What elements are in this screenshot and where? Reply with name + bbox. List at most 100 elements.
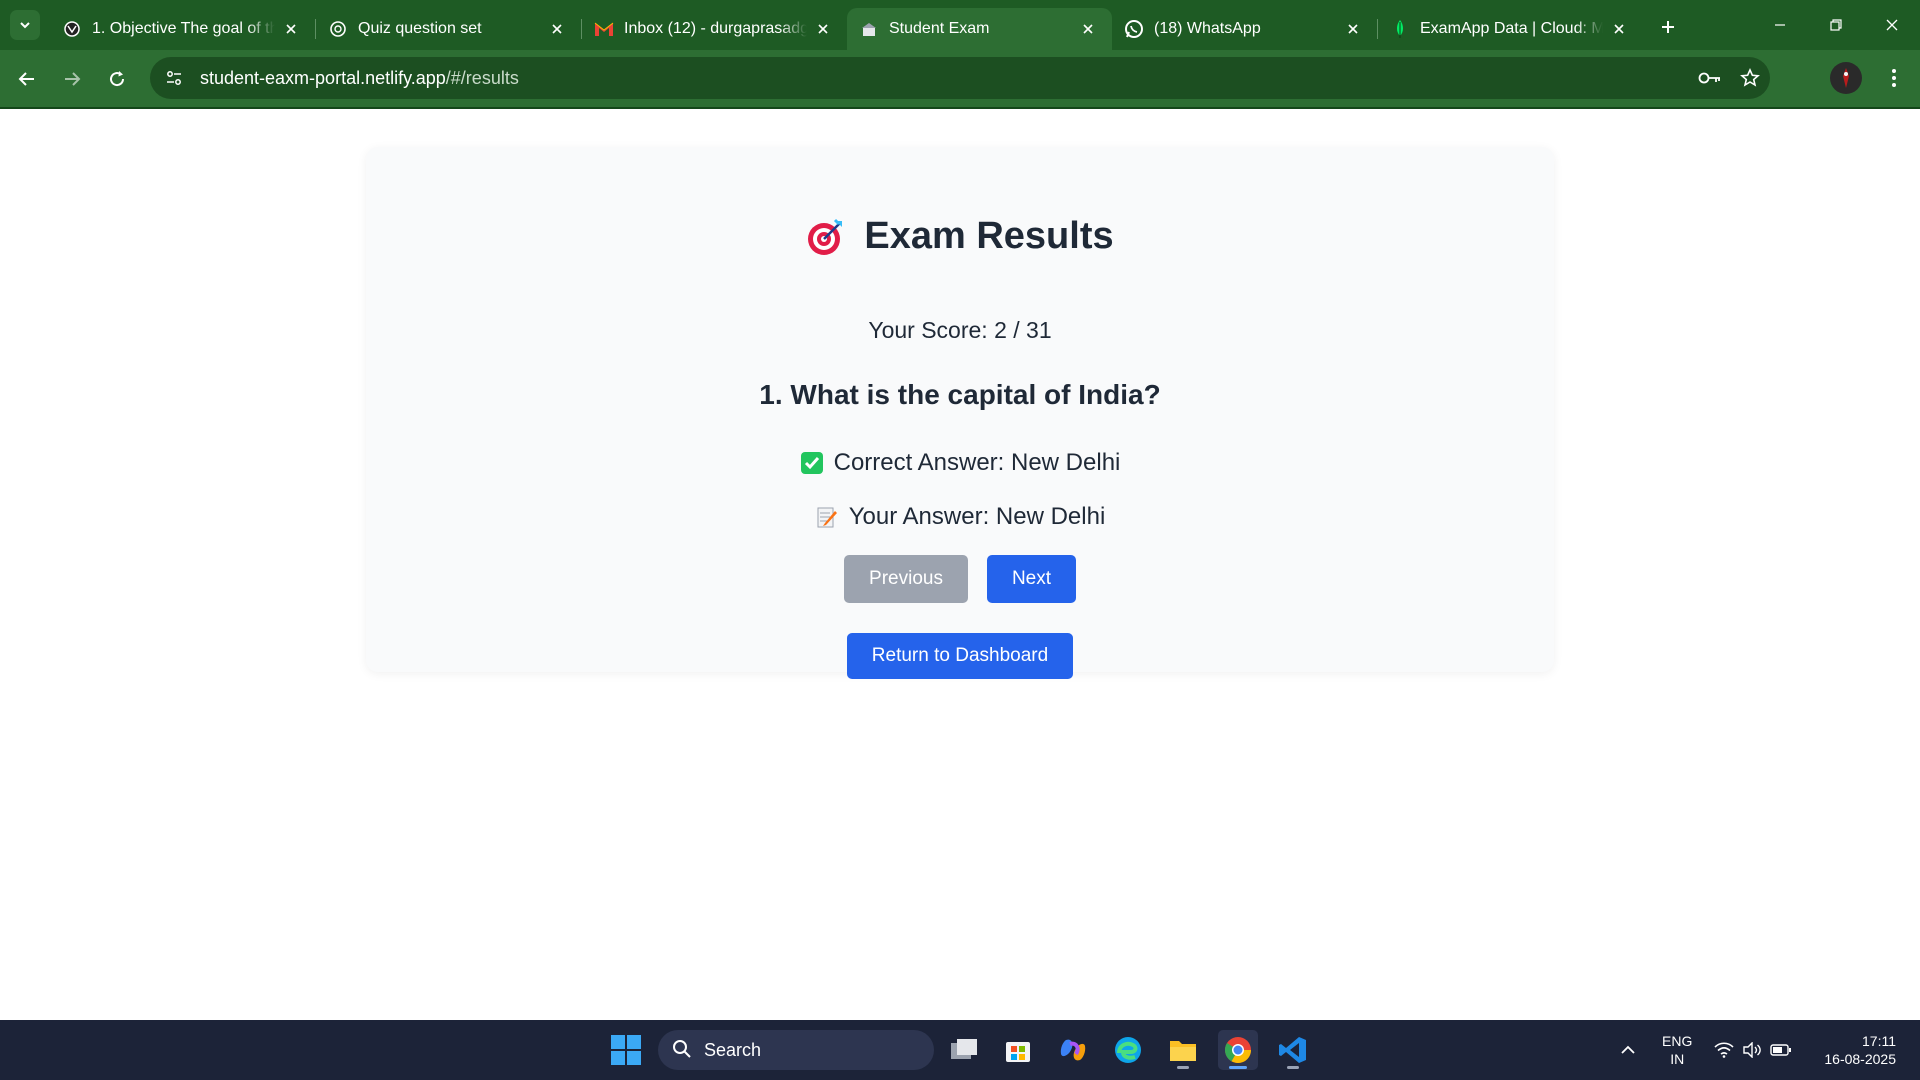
folder-icon xyxy=(1170,1041,1196,1061)
active-indicator xyxy=(1229,1066,1247,1069)
start-button[interactable] xyxy=(610,1034,642,1066)
correct-answer-line: Correct Answer: New Delhi xyxy=(366,443,1554,483)
site-settings-icon[interactable] xyxy=(162,66,186,90)
language-code: ENG xyxy=(1662,1033,1693,1049)
bookmark-star-icon[interactable] xyxy=(1730,58,1770,98)
minimize-button[interactable] xyxy=(1752,0,1808,50)
url-text[interactable]: student-eaxm-portal.netlify.app/#/result… xyxy=(200,68,519,89)
input-language[interactable]: ENG IN xyxy=(1662,1032,1692,1068)
tab-whatsapp[interactable]: (18) WhatsApp xyxy=(1112,8,1377,50)
restore-button[interactable] xyxy=(1808,0,1864,50)
tab-title: Inbox (12) - durgaprasadgu xyxy=(624,20,807,37)
address-bar[interactable]: student-eaxm-portal.netlify.app/#/result… xyxy=(150,57,1770,99)
return-to-dashboard-button[interactable]: Return to Dashboard xyxy=(847,633,1073,679)
browser-menu-button[interactable] xyxy=(1876,60,1912,96)
tab-title: 1. Objective The goal of this xyxy=(92,20,275,37)
chevron-up-icon xyxy=(1621,1045,1635,1054)
region-code: IN xyxy=(1670,1051,1685,1067)
results-title-text: Exam Results xyxy=(864,215,1114,257)
microsoft-store-button[interactable] xyxy=(998,1030,1038,1070)
new-tab-button[interactable] xyxy=(1651,10,1685,44)
task-view-button[interactable] xyxy=(944,1030,984,1070)
password-key-icon[interactable] xyxy=(1690,58,1730,98)
close-icon[interactable] xyxy=(813,19,833,39)
close-icon[interactable] xyxy=(1343,19,1363,39)
search-icon xyxy=(672,1039,694,1061)
close-icon[interactable] xyxy=(547,19,567,39)
close-icon[interactable] xyxy=(1078,19,1098,39)
target-icon xyxy=(806,217,846,257)
correct-answer-text: Correct Answer: New Delhi xyxy=(833,449,1121,476)
volume-icon xyxy=(1742,1042,1762,1058)
vscode-icon xyxy=(1279,1037,1306,1063)
plus-icon xyxy=(1662,21,1674,33)
tab-title: (18) WhatsApp xyxy=(1154,20,1261,37)
url-path: /#/results xyxy=(445,67,519,88)
task-view-icon xyxy=(951,1039,977,1059)
more-vertical-icon xyxy=(1892,69,1896,87)
restore-icon xyxy=(1830,19,1842,31)
objective-icon xyxy=(62,19,82,39)
tab-examapp-data[interactable]: ExamApp Data | Cloud: Mo xyxy=(1378,8,1643,50)
show-hidden-icons-button[interactable] xyxy=(1614,1036,1642,1064)
avatar-icon xyxy=(1843,68,1849,88)
copilot-button[interactable] xyxy=(1053,1030,1093,1070)
taskbar-search[interactable]: Search xyxy=(658,1030,934,1070)
close-icon[interactable] xyxy=(1609,19,1629,39)
url-host: student-eaxm-portal.netlify.app xyxy=(200,67,446,88)
mongodb-leaf-icon xyxy=(1390,19,1410,39)
running-indicator xyxy=(1177,1066,1189,1069)
battery-icon xyxy=(1770,1043,1792,1057)
next-button[interactable]: Next xyxy=(987,555,1076,603)
page-title: Exam Results xyxy=(366,215,1554,258)
tab-title: Student Exam xyxy=(889,20,990,37)
profile-avatar[interactable] xyxy=(1830,62,1862,94)
system-tray: ENG IN 17:11 16-08-2025 xyxy=(1614,1020,1920,1080)
gmail-icon xyxy=(594,19,614,39)
page-content: Exam Results Your Score: 2 / 31 1. What … xyxy=(0,109,1920,1020)
running-indicator xyxy=(1287,1066,1299,1069)
browser-tab-strip: 1. Objective The goal of this Quiz quest… xyxy=(0,0,1920,50)
whatsapp-icon xyxy=(1124,19,1144,39)
close-window-button[interactable] xyxy=(1864,0,1920,50)
your-answer-text: Your Answer: New Delhi xyxy=(848,503,1106,530)
file-explorer-button[interactable] xyxy=(1163,1030,1203,1070)
results-card: Exam Results Your Score: 2 / 31 1. What … xyxy=(366,147,1554,679)
tab-quiz-question-set[interactable]: Quiz question set xyxy=(316,8,581,50)
chrome-button[interactable] xyxy=(1218,1030,1258,1070)
browser-toolbar: student-eaxm-portal.netlify.app/#/result… xyxy=(0,50,1920,107)
close-icon xyxy=(1886,19,1898,31)
vscode-button[interactable] xyxy=(1273,1030,1313,1070)
system-clock[interactable]: 17:11 16-08-2025 xyxy=(1824,1032,1896,1068)
chevron-down-icon xyxy=(20,22,30,29)
edge-icon xyxy=(1115,1037,1141,1063)
clock-time: 17:11 xyxy=(1862,1033,1896,1049)
windows-taskbar: Search ENG IN 17:11 16-08-2025 xyxy=(0,1020,1920,1080)
edge-button[interactable] xyxy=(1108,1030,1148,1070)
tab-gmail-inbox[interactable]: Inbox (12) - durgaprasadgu xyxy=(582,8,847,50)
forward-button[interactable] xyxy=(54,61,90,97)
minimize-icon xyxy=(1775,24,1785,26)
back-button[interactable] xyxy=(9,61,45,97)
windows-logo-icon xyxy=(611,1035,641,1065)
quick-settings[interactable] xyxy=(1710,1042,1796,1058)
taskbar-search-label: Search xyxy=(704,1039,762,1060)
arrow-left-icon xyxy=(18,71,34,86)
tab-search-button[interactable] xyxy=(10,10,40,40)
clock-date: 16-08-2025 xyxy=(1824,1051,1896,1067)
close-icon[interactable] xyxy=(281,19,301,39)
student-exam-icon xyxy=(859,19,879,39)
reload-button[interactable] xyxy=(99,61,135,97)
memo-icon xyxy=(815,505,839,529)
reload-icon xyxy=(110,70,125,86)
tab-objective[interactable]: 1. Objective The goal of this xyxy=(50,8,315,50)
copilot-icon xyxy=(1060,1039,1086,1061)
check-mark-icon xyxy=(800,451,824,475)
score-text: Your Score: 2 / 31 xyxy=(868,317,1052,343)
arrow-right-icon xyxy=(65,71,81,86)
wifi-icon xyxy=(1714,1042,1734,1058)
question-text: 1. What is the capital of India? xyxy=(759,379,1161,410)
store-icon xyxy=(1006,1042,1030,1062)
tab-student-exam[interactable]: Student Exam xyxy=(847,8,1112,50)
previous-button[interactable]: Previous xyxy=(844,555,968,603)
